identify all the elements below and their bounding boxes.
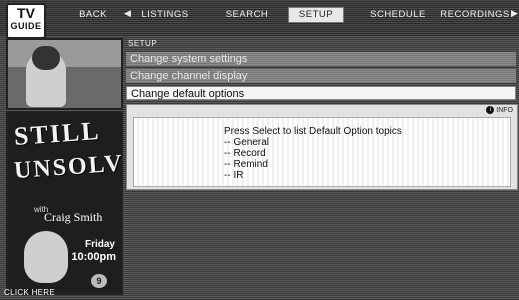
tab-search-label: SEARCH	[225, 9, 269, 20]
top-navigation-bar: TV GUIDE BACK ◀ LISTINGS SEARCH SETUP SC…	[0, 0, 519, 39]
logo-text-guide: GUIDE	[10, 21, 42, 31]
info-heading: Press Select to list Default Option topi…	[224, 126, 402, 137]
logo-text-tv: TV	[17, 5, 35, 21]
ad-host-name: Craig Smith	[44, 210, 103, 224]
ad-time: 10:00pm	[71, 251, 116, 263]
info-tag-label: INFO	[496, 106, 513, 114]
ad-title-line2: UNSOLVED	[13, 147, 123, 185]
info-icon: i	[486, 106, 495, 114]
menu-item-default-options[interactable]: Change default options	[126, 86, 516, 100]
topic-list: -- General -- Record -- Remind -- IR	[224, 137, 402, 181]
info-body: Press Select to list Default Option topi…	[133, 117, 511, 187]
tab-setup[interactable]: SETUP	[288, 7, 344, 23]
tab-recordings[interactable]: RECORDINGS	[440, 8, 510, 22]
tab-schedule[interactable]: SCHEDULE	[366, 8, 430, 22]
topic-record: -- Record	[224, 148, 266, 159]
ad-title-line1: STILL	[13, 116, 102, 151]
menu-item-system-settings[interactable]: Change system settings	[126, 52, 516, 66]
setup-header: SETUP	[128, 39, 158, 48]
tab-schedule-label: SCHEDULE	[370, 9, 426, 20]
tab-setup-label: SETUP	[298, 9, 334, 20]
info-tag[interactable]: i INFO	[486, 106, 513, 114]
tab-back-label: BACK	[79, 9, 107, 20]
click-here-link[interactable]: CLICK HERE	[4, 288, 55, 297]
right-arrow-icon[interactable]: ▶	[511, 8, 518, 19]
tab-listings-label: LISTINGS	[141, 9, 189, 20]
left-arrow-icon[interactable]: ◀	[124, 8, 131, 19]
tab-recordings-label: RECORDINGS	[440, 9, 510, 20]
tv-guide-screen: TV GUIDE BACK ◀ LISTINGS SEARCH SETUP SC…	[0, 0, 519, 300]
tab-listings[interactable]: LISTINGS	[136, 8, 194, 22]
topic-remind: -- Remind	[224, 159, 268, 170]
info-text: Press Select to list Default Option topi…	[224, 126, 402, 181]
ad-host-photo	[24, 231, 68, 283]
preview-helmet-image	[32, 46, 60, 70]
ad-channel-badge: 9	[91, 274, 107, 288]
topic-general: -- General	[224, 137, 270, 148]
info-panel: i INFO Press Select to list Default Optio…	[126, 104, 518, 190]
promo-ad[interactable]: STILL UNSOLVED with Craig Smith Friday 1…	[6, 111, 123, 295]
tab-back[interactable]: BACK	[70, 8, 116, 22]
tv-guide-logo[interactable]: TV GUIDE	[6, 3, 46, 39]
menu-item-channel-display[interactable]: Change channel display	[126, 69, 516, 83]
live-tv-preview[interactable]	[6, 38, 123, 110]
topic-ir: -- IR	[224, 170, 244, 181]
ad-day: Friday	[84, 239, 115, 250]
tab-search[interactable]: SEARCH	[218, 8, 276, 22]
